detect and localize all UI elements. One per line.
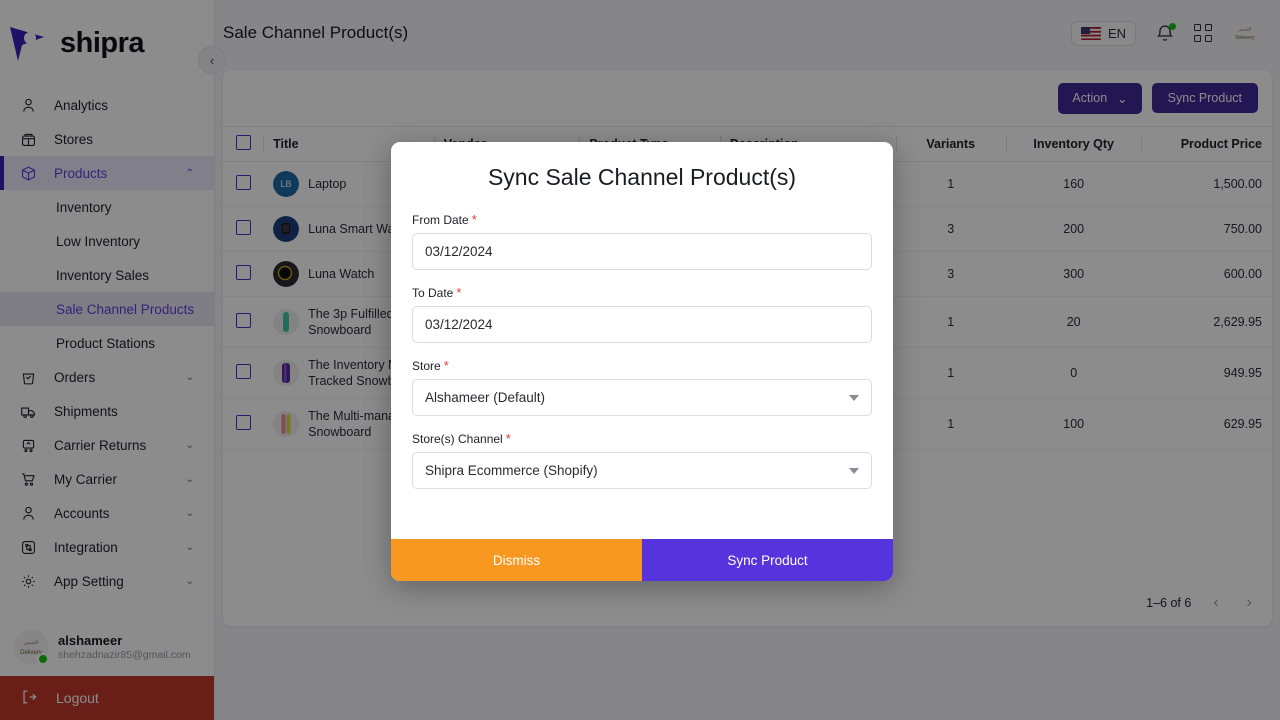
store-field: Store * Alshameer (Default) (412, 359, 872, 416)
to-date-label: To Date (412, 286, 454, 300)
store-select[interactable]: Alshameer (Default) (412, 379, 872, 416)
modal-sync-product-button[interactable]: Sync Product (642, 539, 893, 581)
required-asterisk: * (443, 358, 449, 373)
store-selected-value: Alshameer (Default) (425, 390, 546, 405)
required-asterisk: * (505, 431, 511, 446)
required-asterisk: * (456, 285, 462, 300)
to-date-label-row: To Date * (412, 286, 872, 300)
store-label-row: Store * (412, 359, 872, 373)
from-date-field: From Date * 03/12/2024 (412, 213, 872, 270)
chevron-down-icon (849, 467, 859, 474)
stores-channel-label-row: Store(s) Channel * (412, 432, 872, 446)
stores-channel-field: Store(s) Channel * Shipra Ecommerce (Sho… (412, 432, 872, 489)
modal-footer: Dismiss Sync Product (391, 539, 893, 581)
chevron-down-icon (849, 394, 859, 401)
sync-sale-channel-products-dialog: Sync Sale Channel Product(s) From Date *… (391, 142, 893, 581)
from-date-label-row: From Date * (412, 213, 872, 227)
modal-body: Sync Sale Channel Product(s) From Date *… (391, 142, 893, 539)
stores-channel-label: Store(s) Channel (412, 432, 503, 446)
stores-channel-select[interactable]: Shipra Ecommerce (Shopify) (412, 452, 872, 489)
store-label: Store (412, 359, 441, 373)
app-root: shipra ‹ Analytics Stores Products ⌃ Inv… (0, 0, 1280, 720)
modal-title: Sync Sale Channel Product(s) (487, 164, 797, 190)
to-date-field: To Date * 03/12/2024 (412, 286, 872, 343)
from-date-value: 03/12/2024 (425, 244, 493, 259)
from-date-input[interactable]: 03/12/2024 (412, 233, 872, 270)
to-date-input[interactable]: 03/12/2024 (412, 306, 872, 343)
from-date-label: From Date (412, 213, 469, 227)
required-asterisk: * (471, 212, 477, 227)
stores-channel-selected-value: Shipra Ecommerce (Shopify) (425, 463, 598, 478)
dismiss-button[interactable]: Dismiss (391, 539, 642, 581)
to-date-value: 03/12/2024 (425, 317, 493, 332)
